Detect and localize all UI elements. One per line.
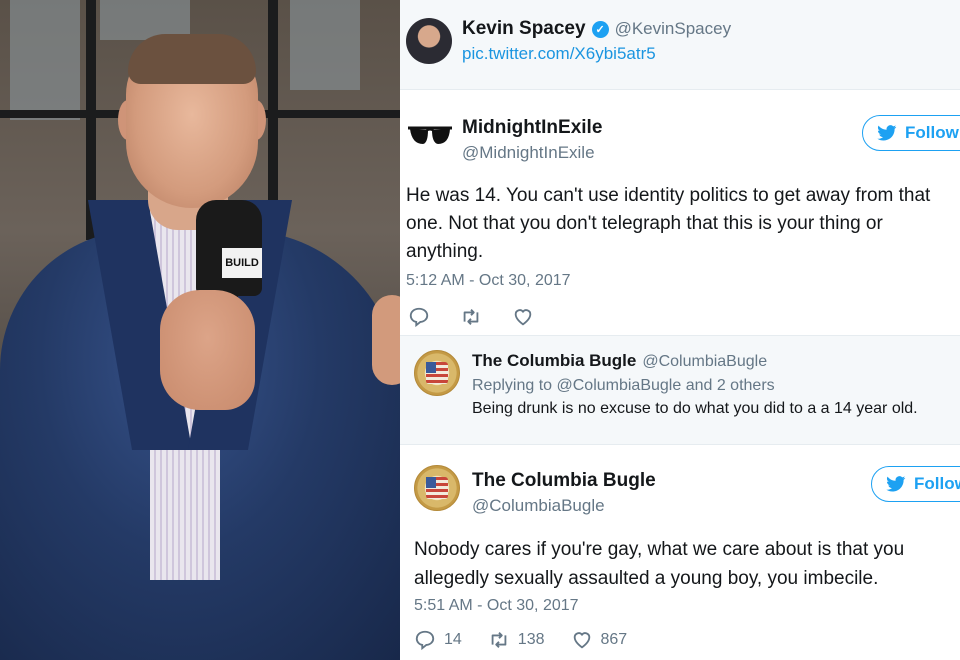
flag-icon bbox=[426, 362, 448, 384]
heart-icon bbox=[573, 632, 590, 649]
retweet-action[interactable] bbox=[460, 306, 482, 328]
reply-author: The Columbia Bugle @ColumbiaBugle bbox=[472, 351, 767, 371]
replying-to[interactable]: Replying to @ColumbiaBugle and 2 others bbox=[472, 377, 775, 395]
follow-label: Follow bbox=[905, 123, 959, 142]
heart-icon bbox=[514, 309, 532, 326]
quoted-tweet[interactable]: Kevin Spacey ✓ @KevinSpacey pic.twitter.… bbox=[400, 0, 960, 90]
reply-action[interactable]: 14 bbox=[414, 629, 462, 651]
hand-right bbox=[372, 295, 400, 385]
tweets-panel: Kevin Spacey ✓ @KevinSpacey pic.twitter.… bbox=[400, 0, 960, 660]
sunglasses-icon[interactable] bbox=[406, 120, 454, 150]
reply-icon bbox=[415, 630, 435, 651]
follow-button[interactable]: Follow bbox=[862, 115, 960, 151]
quoted-author: Kevin Spacey ✓ @KevinSpacey bbox=[462, 18, 731, 40]
tweet-actions: 14 138 867 bbox=[414, 629, 627, 651]
tweet-actions bbox=[408, 306, 534, 328]
window-pane bbox=[10, 0, 80, 120]
tweet: The Columbia Bugle @ColumbiaBugle Follow… bbox=[400, 445, 960, 660]
retweet-action[interactable]: 138 bbox=[488, 629, 545, 651]
author-handle[interactable]: @ColumbiaBugle bbox=[472, 496, 605, 516]
reply-tweet[interactable]: The Columbia Bugle @ColumbiaBugle Replyi… bbox=[400, 335, 960, 445]
media-link[interactable]: pic.twitter.com/X6ybi5atr5 bbox=[462, 44, 656, 64]
reply-text: Being drunk is no excuse to do what you … bbox=[472, 400, 918, 417]
reply-count: 14 bbox=[444, 631, 462, 648]
tweet-text: He was 14. You can't use identity politi… bbox=[406, 185, 931, 262]
verified-badge-icon: ✓ bbox=[591, 20, 609, 38]
author-name[interactable]: Kevin Spacey bbox=[462, 18, 586, 40]
retweet-count: 138 bbox=[517, 631, 545, 648]
retweet-icon bbox=[463, 309, 479, 325]
twitter-bird-icon bbox=[877, 125, 897, 141]
like-action[interactable] bbox=[512, 306, 534, 328]
tweet-text: Nobody cares if you're gay, what we care… bbox=[414, 539, 905, 589]
microphone-flag-logo: BUILD bbox=[222, 248, 262, 278]
avatar[interactable] bbox=[414, 350, 460, 396]
hand-holding-mic bbox=[160, 290, 255, 410]
flag-icon bbox=[426, 477, 448, 499]
author-name[interactable]: The Columbia Bugle bbox=[472, 351, 636, 371]
like-action[interactable]: 867 bbox=[571, 629, 628, 651]
window-pane bbox=[290, 0, 360, 90]
retweet-icon bbox=[491, 632, 507, 648]
tweet: MidnightInExile @MidnightInExile Follow … bbox=[400, 90, 960, 335]
author-handle[interactable]: @MidnightInExile bbox=[462, 143, 595, 163]
tweet-timestamp[interactable]: 5:51 AM - Oct 30, 2017 bbox=[414, 597, 579, 615]
author-name[interactable]: MidnightInExile bbox=[462, 117, 602, 139]
avatar[interactable] bbox=[406, 18, 452, 64]
reply-icon bbox=[409, 307, 429, 328]
reply-action[interactable] bbox=[408, 306, 430, 328]
follow-button[interactable]: Follow bbox=[871, 466, 960, 502]
author-handle[interactable]: @KevinSpacey bbox=[615, 19, 732, 39]
author-handle[interactable]: @ColumbiaBugle bbox=[642, 353, 767, 371]
tweet-timestamp[interactable]: 5:12 AM - Oct 30, 2017 bbox=[406, 272, 571, 290]
hair bbox=[128, 34, 256, 84]
twitter-bird-icon bbox=[886, 476, 906, 492]
avatar[interactable] bbox=[414, 465, 460, 511]
follow-label: Follow bbox=[914, 474, 960, 493]
photo-panel: BUILD bbox=[0, 0, 400, 660]
author-name[interactable]: The Columbia Bugle bbox=[472, 470, 656, 492]
like-count: 867 bbox=[600, 631, 628, 648]
